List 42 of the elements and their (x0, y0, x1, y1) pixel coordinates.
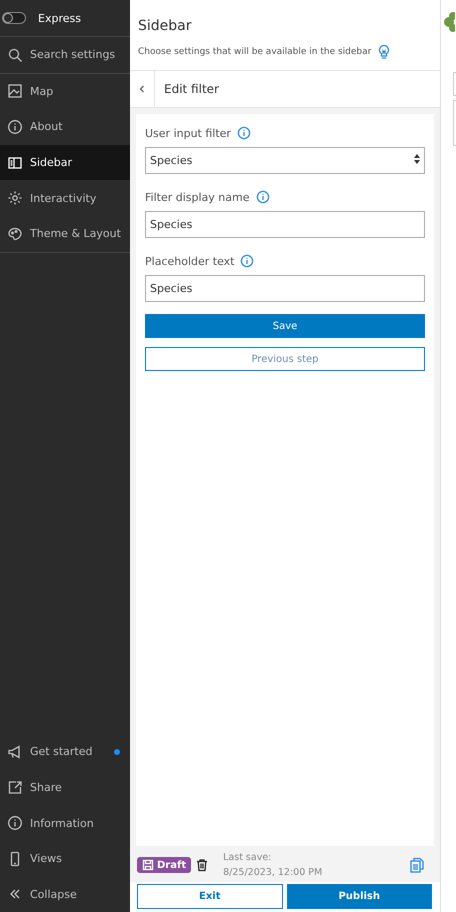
nav-item[interactable]: Theme & Layout (0, 216, 130, 252)
info-icon (256, 190, 270, 204)
nav-item[interactable]: Sidebar (0, 144, 130, 180)
draft-badge[interactable]: Draft (137, 857, 192, 873)
last-save-label: Last save: (223, 852, 272, 863)
nav-item[interactable]: Map (0, 74, 130, 110)
nav-item[interactable]: Information (0, 805, 130, 841)
info-icon (240, 254, 254, 268)
share-icon (7, 779, 23, 796)
nav-item[interactable]: Collapse (0, 876, 130, 912)
copy-icon (409, 856, 425, 874)
trash-icon (195, 858, 210, 872)
nav-item[interactable]: About (0, 109, 130, 145)
nav-item[interactable]: Get started (0, 734, 130, 770)
chevron-left-icon (138, 84, 146, 94)
toggle-label: Express (38, 12, 81, 24)
publish-button[interactable]: Publish (286, 884, 432, 909)
nav-item[interactable]: Share (0, 770, 130, 806)
nav-item[interactable]: Interactivity (0, 180, 130, 216)
field-label: Placeholder text (145, 254, 234, 268)
info-icon (236, 126, 251, 140)
nav-item[interactable]: Views (0, 840, 130, 876)
input-field[interactable]: Species (145, 211, 425, 238)
panel-description: Choose settings that will be available in the sidebar (138, 47, 372, 57)
lightbulb-icon (377, 44, 392, 60)
field-label: User input filter (145, 126, 231, 140)
sidebar-icon (7, 154, 23, 171)
exit-button[interactable]: Exit (137, 884, 282, 909)
info-icon (7, 815, 23, 832)
field-label: Filter display name (145, 190, 250, 204)
info-icon (7, 118, 23, 135)
last-save-time: 8/25/2023, 12:00 PM (223, 867, 324, 878)
select-field[interactable]: Species (145, 147, 425, 174)
panel-title: Sidebar (138, 18, 192, 34)
save-button[interactable]: Save (145, 314, 425, 338)
input-field[interactable]: Species (145, 275, 425, 302)
palette-icon (7, 226, 23, 242)
search-icon (7, 46, 23, 63)
subheader-title: Edit filter (163, 82, 219, 96)
gear-icon (7, 190, 23, 206)
map-icon (7, 83, 23, 100)
toggle-switch[interactable] (2, 12, 26, 24)
